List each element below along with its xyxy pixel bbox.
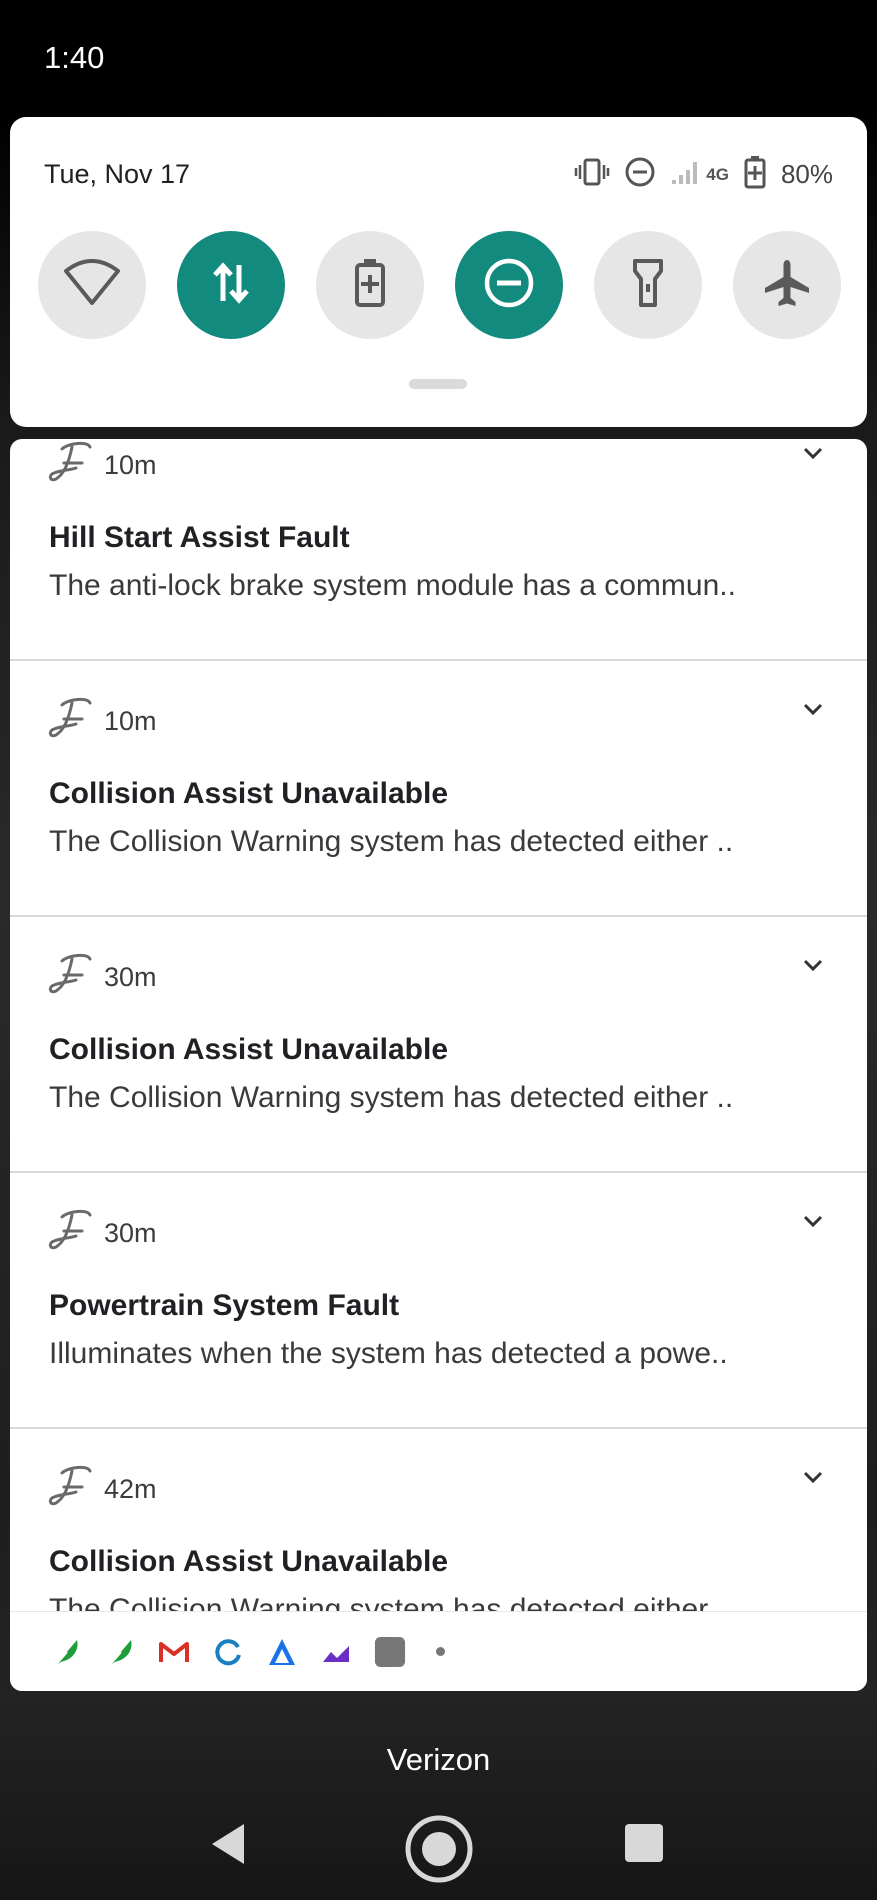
status-icons: 4G 80% — [574, 155, 833, 194]
notification-header: 42m — [48, 1465, 157, 1514]
quick-settings-tiles — [38, 231, 841, 339]
battery-saver-tile[interactable] — [316, 231, 424, 339]
app-logo-icon — [48, 1209, 94, 1258]
flashlight-icon — [631, 258, 665, 313]
feather-icon — [104, 1636, 136, 1668]
notification-stack: 10m Hill Start Assist Fault The anti-lock … — [10, 439, 867, 1685]
battery-saver-icon — [353, 258, 387, 313]
clock: 1:40 — [44, 40, 105, 75]
notification-body: Illuminates when the system has detected… — [49, 1337, 728, 1370]
notification-header: 10m — [48, 441, 157, 490]
notification-shelf[interactable] — [10, 1611, 867, 1691]
notification-header: 30m — [48, 953, 157, 1002]
notification-item[interactable]: 10m Hill Start Assist Fault The anti-lock … — [10, 439, 867, 661]
network-type-label: 4G — [706, 164, 729, 184]
chevron-down-icon[interactable] — [803, 447, 823, 466]
app-logo-icon — [48, 1465, 94, 1514]
notification-title: Collision Assist Unavailable — [49, 1545, 449, 1578]
app-logo-icon — [48, 697, 94, 746]
sync-icon — [212, 1636, 244, 1668]
battery-percent: 80% — [780, 159, 833, 189]
app-square-icon — [374, 1636, 406, 1668]
notification-header: 10m — [48, 697, 157, 746]
drag-handle[interactable] — [409, 379, 467, 389]
notification-item[interactable]: 30m Powertrain System Fault Illuminates wh… — [10, 1173, 867, 1429]
home-icon[interactable] — [404, 1814, 474, 1889]
navigation-bar — [0, 1800, 877, 1900]
notification-time: 42m — [104, 1474, 157, 1504]
notification-title: Hill Start Assist Fault — [49, 521, 350, 554]
notification-time: 10m — [104, 450, 157, 480]
notification-header: 30m — [48, 1209, 157, 1258]
quick-settings-panel: Tue, Nov 17 4G 80% — [10, 117, 867, 427]
app-logo-icon — [48, 953, 94, 1002]
notification-title: Collision Assist Unavailable — [49, 777, 449, 810]
app-logo-icon — [48, 441, 94, 490]
notification-body: The Collision Warning system has detecte… — [49, 1081, 734, 1114]
notification-item[interactable]: 10m Collision Assist Unavailable The Colli… — [10, 661, 867, 917]
recents-icon[interactable] — [625, 1824, 663, 1862]
gmail-icon — [158, 1636, 190, 1668]
chart-app-icon — [320, 1636, 352, 1668]
airplane-mode-icon — [761, 257, 813, 314]
chevron-down-icon[interactable] — [803, 1471, 823, 1490]
mobile-data-tile[interactable] — [177, 231, 285, 339]
signal-icon — [670, 158, 702, 191]
wifi-icon — [62, 258, 122, 312]
notification-body: The Collision Warning system has detecte… — [49, 825, 734, 858]
notification-time: 30m — [104, 1218, 157, 1248]
more-dot-icon — [436, 1647, 445, 1656]
notification-item[interactable]: 30m Collision Assist Unavailable The Colli… — [10, 917, 867, 1173]
airplane-mode-tile[interactable] — [733, 231, 841, 339]
notification-time: 30m — [104, 962, 157, 992]
chevron-down-icon[interactable] — [803, 959, 823, 978]
vibrate-icon — [574, 157, 610, 192]
arrow-app-icon — [266, 1636, 298, 1668]
date-label: Tue, Nov 17 — [44, 159, 191, 189]
notification-title: Powertrain System Fault — [49, 1289, 400, 1322]
chevron-down-icon[interactable] — [803, 1215, 823, 1234]
do-not-disturb-status-icon — [624, 156, 656, 193]
notification-list: 10m Hill Start Assist Fault The anti-lock … — [10, 439, 867, 1691]
wifi-tile[interactable] — [38, 231, 146, 339]
mobile-data-icon — [211, 259, 251, 312]
back-icon[interactable] — [208, 1822, 248, 1871]
feather-icon — [50, 1636, 82, 1668]
notification-body: The anti-lock brake system module has a … — [49, 569, 736, 602]
battery-charging-icon — [743, 155, 767, 194]
notification-title: Collision Assist Unavailable — [49, 1033, 449, 1066]
flashlight-tile[interactable] — [594, 231, 702, 339]
do-not-disturb-icon — [482, 256, 536, 315]
status-bar: 1:40 — [0, 0, 877, 115]
chevron-down-icon[interactable] — [803, 703, 823, 722]
carrier-label: Verizon — [386, 1742, 491, 1777]
do-not-disturb-tile[interactable] — [455, 231, 563, 339]
screen: 1:40 Tue, Nov 17 4G 80% 10m Hill Start A… — [0, 0, 877, 1900]
notification-time: 10m — [104, 706, 157, 736]
